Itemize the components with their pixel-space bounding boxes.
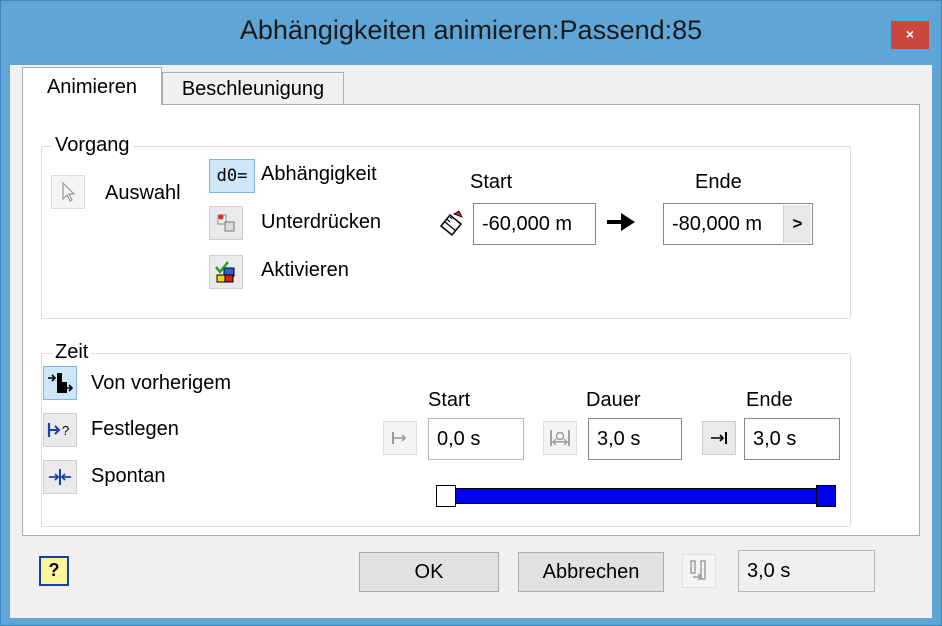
close-button[interactable]: × xyxy=(891,21,929,49)
d0-icon: d0= xyxy=(216,166,248,186)
title-bar[interactable]: Abhängigkeiten animieren:Passend:85 × xyxy=(1,1,941,65)
duration-button[interactable] xyxy=(543,421,577,455)
unterdruecken-label: Unterdrücken xyxy=(261,211,382,233)
zeit-dauer-label: Dauer xyxy=(586,389,641,411)
unterdruecken-button[interactable] xyxy=(209,206,243,240)
start-time-button[interactable] xyxy=(383,421,417,455)
spontan-label: Spontan xyxy=(91,465,166,487)
cursor-arrow-icon xyxy=(62,181,76,202)
help-button[interactable]: ? xyxy=(39,556,69,586)
time-slider-fill xyxy=(446,488,826,504)
duration-icon xyxy=(550,430,570,446)
total-duration-field: 3,0 s xyxy=(738,550,875,592)
group-zeit-legend: Zeit xyxy=(52,341,92,364)
measure-glyph-icon xyxy=(439,210,463,237)
from-previous-icon xyxy=(48,373,73,393)
zeit-dauer-input[interactable]: 3,0 s xyxy=(588,418,682,460)
tab-beschleunigung[interactable]: Beschleunigung xyxy=(162,72,344,105)
suppress-icon xyxy=(217,214,235,232)
von-vorherigem-label: Von vorherigem xyxy=(91,372,232,394)
auswahl-button[interactable] xyxy=(51,175,85,209)
time-slider[interactable] xyxy=(436,485,836,507)
svg-text:?: ? xyxy=(62,423,69,438)
spontan-button[interactable] xyxy=(43,460,77,494)
dialog-window: Abhängigkeiten animieren:Passend:85 × An… xyxy=(0,0,942,626)
arrow-right-icon xyxy=(605,209,637,240)
playback-icon xyxy=(690,560,706,581)
tab-animieren[interactable]: Animieren xyxy=(22,67,162,105)
measure-icon[interactable] xyxy=(437,209,467,239)
zeit-start-input[interactable]: 0,0 s xyxy=(428,418,524,460)
zeit-ende-label: Ende xyxy=(746,389,793,411)
abhaengigkeit-label: Abhängigkeit xyxy=(261,163,377,185)
group-vorgang-legend: Vorgang xyxy=(52,134,133,157)
von-vorherigem-button[interactable] xyxy=(43,366,77,400)
zeit-start-label: Start xyxy=(428,389,471,411)
time-slider-end-thumb[interactable] xyxy=(816,485,836,507)
aktivieren-label: Aktivieren xyxy=(261,259,349,281)
time-slider-start-thumb[interactable] xyxy=(436,485,456,507)
dialog-client-area: Animieren Beschleunigung Vorgang Auswahl… xyxy=(10,65,932,618)
abhaengigkeit-button[interactable]: d0= xyxy=(209,159,255,193)
vorgang-start-input[interactable]: -60,000 m xyxy=(473,203,596,245)
ende-expand-button[interactable]: > xyxy=(783,205,811,243)
auswahl-label: Auswahl xyxy=(105,182,181,204)
festlegen-label: Festlegen xyxy=(91,418,179,440)
aktivieren-button[interactable] xyxy=(209,255,243,289)
set-time-icon: ? xyxy=(47,423,69,438)
vorgang-start-label: Start xyxy=(470,171,513,193)
activate-icon xyxy=(215,261,235,283)
zeit-ende-input[interactable]: 3,0 s xyxy=(744,418,840,460)
festlegen-button[interactable]: ? xyxy=(43,413,77,447)
playback-button[interactable] xyxy=(682,554,716,588)
end-time-icon xyxy=(711,432,727,444)
tab-panel-animieren: Vorgang Auswahl d0= Abhängigkeit Unterdr… xyxy=(22,104,920,536)
end-time-button[interactable] xyxy=(702,421,736,455)
cancel-button[interactable]: Abbrechen xyxy=(518,552,664,592)
spontaneous-icon xyxy=(49,469,71,485)
vorgang-ende-label: Ende xyxy=(695,171,742,193)
start-time-icon xyxy=(392,432,407,444)
window-title: Abhängigkeiten animieren:Passend:85 xyxy=(239,15,703,45)
ok-button[interactable]: OK xyxy=(359,552,499,592)
